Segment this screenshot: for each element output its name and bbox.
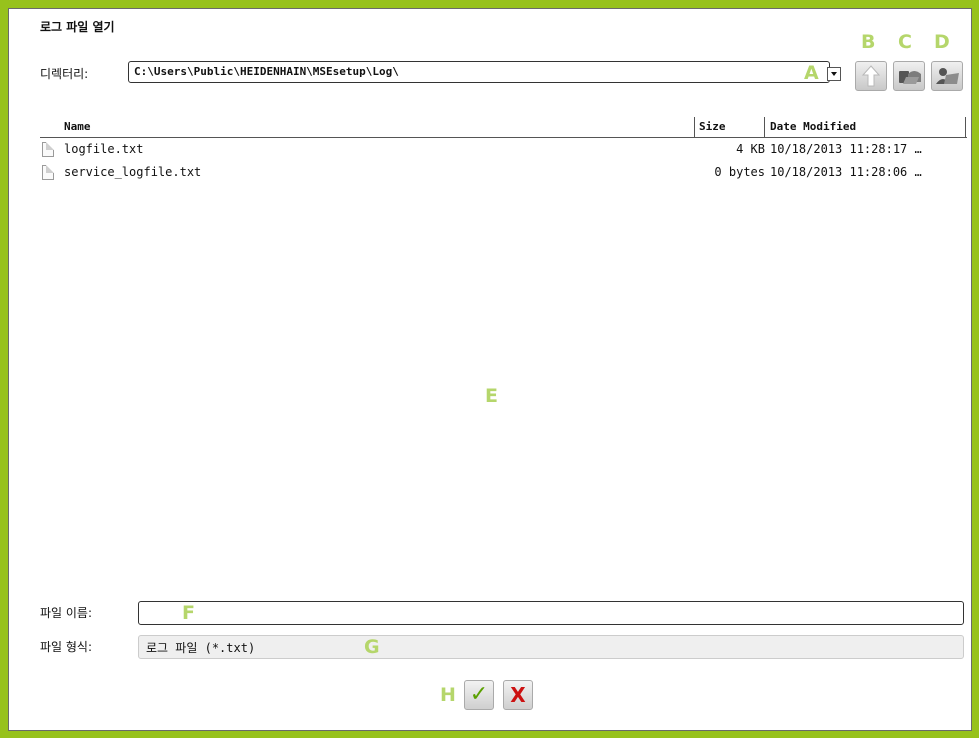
close-icon: X bbox=[510, 683, 526, 707]
dialog-title: 로그 파일 열기 bbox=[40, 20, 115, 34]
text-file-icon bbox=[42, 142, 54, 157]
file-name: service_logfile.txt bbox=[64, 165, 202, 179]
filetype-value: 로그 파일 (*.txt) bbox=[146, 641, 256, 655]
filetype-select[interactable]: 로그 파일 (*.txt) bbox=[138, 635, 964, 659]
file-row[interactable]: service_logfile.txt 0 bytes 10/18/2013 1… bbox=[40, 163, 967, 183]
directory-path-value: C:\Users\Public\HEIDENHAIN\MSEsetup\Log\ bbox=[134, 65, 399, 78]
directory-label: 디렉터리: bbox=[40, 67, 89, 81]
column-header-size[interactable]: Size bbox=[699, 120, 726, 138]
file-row[interactable]: logfile.txt 4 KB 10/18/2013 11:28:17 … bbox=[40, 140, 967, 160]
callout-b: B bbox=[861, 31, 876, 53]
callout-f: F bbox=[182, 602, 195, 624]
filename-input[interactable] bbox=[138, 601, 964, 625]
callout-g: G bbox=[364, 636, 380, 658]
directory-dropdown-button[interactable] bbox=[827, 67, 841, 81]
callout-a: A bbox=[804, 62, 819, 84]
file-date: 10/18/2013 11:28:17 … bbox=[770, 142, 922, 156]
column-separator[interactable] bbox=[764, 117, 765, 137]
cancel-button[interactable]: X bbox=[503, 680, 533, 710]
column-separator[interactable] bbox=[965, 117, 966, 137]
up-arrow-icon bbox=[861, 65, 881, 87]
checkmark-icon: ✓ bbox=[469, 682, 489, 707]
filename-label: 파일 이름: bbox=[40, 606, 93, 620]
callout-e: E bbox=[485, 385, 498, 407]
directory-path-field[interactable]: C:\Users\Public\HEIDENHAIN\MSEsetup\Log\ bbox=[128, 61, 830, 83]
column-header-date[interactable]: Date Modified bbox=[770, 120, 856, 138]
file-name: logfile.txt bbox=[64, 142, 144, 156]
file-size: 4 KB bbox=[736, 142, 765, 156]
callout-c: C bbox=[898, 31, 912, 53]
dialog-body: 로그 파일 열기 디렉터리: C:\Users\Public\HEIDENHAI… bbox=[8, 8, 972, 731]
file-date: 10/18/2013 11:28:06 … bbox=[770, 165, 922, 179]
column-header-name[interactable]: Name bbox=[64, 120, 91, 138]
text-file-icon bbox=[42, 165, 54, 180]
column-separator[interactable] bbox=[694, 117, 695, 137]
file-size: 0 bytes bbox=[714, 165, 765, 179]
network-folder-button[interactable] bbox=[893, 61, 925, 91]
header-divider bbox=[40, 137, 967, 138]
ok-button[interactable]: ✓ bbox=[464, 680, 494, 710]
network-folder-icon bbox=[899, 71, 921, 84]
user-folder-icon bbox=[936, 68, 959, 84]
callout-h: H bbox=[440, 684, 456, 706]
user-folder-button[interactable] bbox=[931, 61, 963, 91]
filetype-label: 파일 형식: bbox=[40, 640, 93, 654]
callout-d: D bbox=[934, 31, 950, 53]
up-folder-button[interactable] bbox=[855, 61, 887, 91]
